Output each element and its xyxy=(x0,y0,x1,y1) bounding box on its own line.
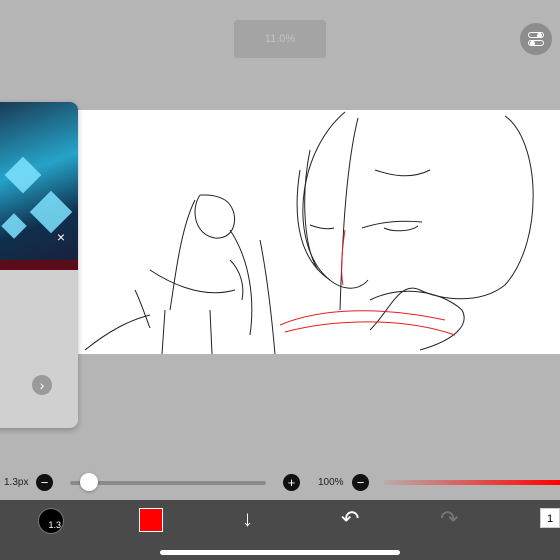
ad-ribbon xyxy=(0,260,78,270)
brush-size-increase-button[interactable]: + xyxy=(283,474,300,491)
brush-size-label: 1.3px xyxy=(4,477,29,488)
opacity-slider-track[interactable] xyxy=(384,480,560,485)
brush-size-decrease-button[interactable]: − xyxy=(36,474,53,491)
home-indicator[interactable] xyxy=(160,550,400,555)
ad-art-crystal xyxy=(29,190,73,234)
opacity-decrease-button[interactable]: − xyxy=(352,474,369,491)
brush-preview-size: 1.3 xyxy=(48,520,61,530)
drawing-canvas[interactable] xyxy=(0,110,560,354)
ad-art-crystal xyxy=(1,213,27,239)
toggle-knob-bottom xyxy=(530,40,535,46)
brush-size-slider-track[interactable] xyxy=(70,481,266,485)
opacity-label: 100% xyxy=(318,477,344,488)
layers-button[interactable]: 1 xyxy=(540,508,560,528)
close-icon[interactable]: × xyxy=(54,230,68,244)
redo-icon[interactable]: ↷ xyxy=(440,506,458,532)
chevron-right-icon[interactable]: › xyxy=(32,375,52,395)
color-picker-button[interactable] xyxy=(139,508,163,532)
toggle-knob-top xyxy=(537,32,542,38)
ad-panel[interactable]: × › xyxy=(0,102,78,428)
toggle-settings-icon[interactable] xyxy=(520,23,552,55)
ad-image[interactable] xyxy=(0,102,78,270)
brush-preview-button[interactable]: 1.3 xyxy=(38,508,64,534)
arrow-down-icon[interactable]: ↓ xyxy=(242,506,253,532)
zoom-level-badge: 11.0% xyxy=(234,20,326,58)
undo-icon[interactable]: ↶ xyxy=(341,506,359,532)
ad-art-crystal xyxy=(4,156,42,194)
brush-size-slider-thumb[interactable] xyxy=(79,473,98,491)
sketch-strokes xyxy=(84,111,534,354)
